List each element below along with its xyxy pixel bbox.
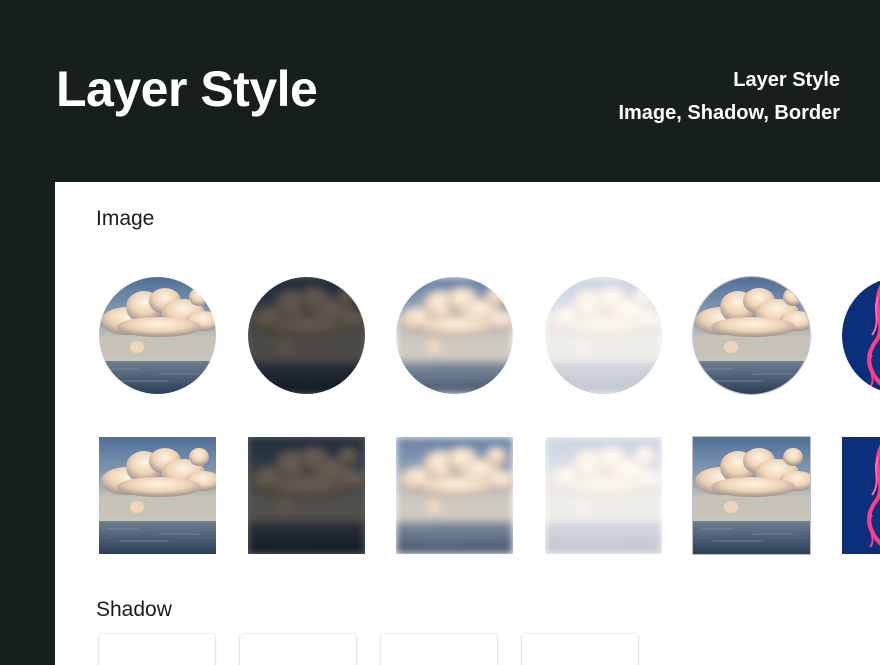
- shadow-card-2[interactable]: [240, 634, 356, 665]
- image-square-neon[interactable]: [842, 437, 880, 554]
- image-square-light-blur[interactable]: [545, 437, 662, 554]
- page-title: Layer Style: [56, 61, 318, 117]
- image-circle-blur[interactable]: [396, 277, 513, 394]
- section-title-image: Image: [96, 207, 155, 230]
- shadow-card-1[interactable]: [99, 634, 215, 665]
- image-square-blur[interactable]: [396, 437, 513, 554]
- sky-image: [248, 277, 365, 394]
- sky-image: [396, 277, 513, 394]
- image-circle-neon[interactable]: [842, 277, 880, 394]
- sky-image: [693, 437, 810, 554]
- section-title-shadow: Shadow: [96, 598, 172, 621]
- sky-image: [693, 277, 810, 394]
- image-circle-dark-blur[interactable]: [248, 277, 365, 394]
- sky-image: [545, 277, 662, 394]
- image-circle-light-blur[interactable]: [545, 277, 662, 394]
- sky-image: [545, 437, 662, 554]
- sky-image: [99, 437, 216, 554]
- shadow-card-3[interactable]: [381, 634, 497, 665]
- image-square-bordered[interactable]: [693, 437, 810, 554]
- sky-image: [396, 437, 513, 554]
- sky-image: [248, 437, 365, 554]
- sky-image: [99, 277, 216, 394]
- image-square-dark-blur[interactable]: [248, 437, 365, 554]
- image-circle-bordered[interactable]: [693, 277, 810, 394]
- shadow-card-4[interactable]: [522, 634, 638, 665]
- image-circle-original[interactable]: [99, 277, 216, 394]
- header: Layer Style Layer Style Image, Shadow, B…: [0, 0, 880, 182]
- neon-image: [842, 437, 880, 554]
- subtitle-line-1: Layer Style: [733, 69, 840, 91]
- neon-image: [842, 277, 880, 394]
- style-panel: Image Shadow: [55, 182, 880, 665]
- image-square-original[interactable]: [99, 437, 216, 554]
- subtitle-line-2: Image, Shadow, Border: [618, 102, 840, 124]
- header-subtitle: Layer Style Image, Shadow, Border: [618, 64, 840, 130]
